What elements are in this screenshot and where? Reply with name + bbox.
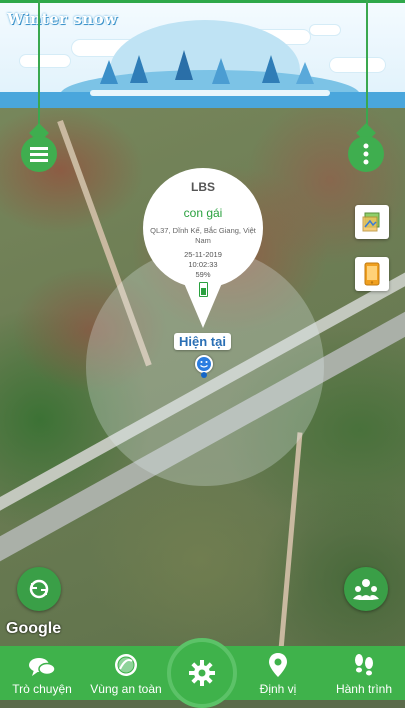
phone-icon	[364, 262, 380, 286]
nav-locate-label: Định vị	[259, 682, 297, 696]
footprints-icon	[355, 654, 373, 676]
device-avatar-marker[interactable]	[195, 355, 213, 373]
nav-journey[interactable]: Hành trình	[326, 646, 402, 700]
location-address: QL37, Dĩnh Kế, Bắc Giang, Việt Nam	[150, 226, 256, 245]
location-time: 10:02:33	[188, 260, 218, 269]
refresh-location-button[interactable]	[17, 567, 61, 611]
group-users-icon	[353, 579, 379, 600]
map-layers-icon	[362, 212, 380, 232]
map-layers-button[interactable]	[355, 205, 389, 239]
more-vertical-icon	[348, 140, 384, 173]
hamburger-menu-icon	[21, 140, 57, 171]
group-members-button[interactable]	[344, 567, 388, 611]
google-attribution: Google	[6, 620, 62, 637]
more-options-button[interactable]	[348, 123, 384, 182]
device-name: con gái	[183, 206, 223, 220]
current-location-label: Hiện tại	[174, 333, 231, 350]
chat-icon	[29, 658, 56, 676]
location-popup: LBS con gái QL37, Dĩnh Kế, Bắc Giang, Vi…	[143, 176, 263, 302]
location-source: LBS	[191, 180, 215, 194]
settings-button[interactable]	[167, 638, 237, 708]
location-pin-icon	[269, 653, 287, 677]
app-title: Winter snow	[7, 10, 118, 28]
refresh-icon	[29, 579, 49, 599]
location-marker-dot	[201, 372, 207, 378]
battery-icon	[198, 282, 208, 297]
nav-journey-label: Hành trình	[335, 682, 393, 696]
device-button[interactable]	[355, 257, 389, 291]
nav-chat[interactable]: Trò chuyện	[4, 646, 80, 700]
battery-percent: 59%	[195, 270, 211, 279]
nav-safe-zone[interactable]: Vùng an toàn	[86, 646, 166, 700]
smiley-icon	[200, 361, 208, 368]
menu-button[interactable]	[21, 123, 57, 182]
safe-zone-icon	[115, 654, 137, 676]
nav-safe-zone-label: Vùng an toàn	[90, 682, 162, 696]
nav-chat-label: Trò chuyện	[12, 682, 72, 696]
header-banner: Winter snow	[0, 0, 405, 108]
settings-gear-icon	[189, 660, 215, 686]
nav-locate[interactable]: Định vị	[240, 646, 316, 700]
location-date: 25-11-2019	[184, 250, 222, 259]
